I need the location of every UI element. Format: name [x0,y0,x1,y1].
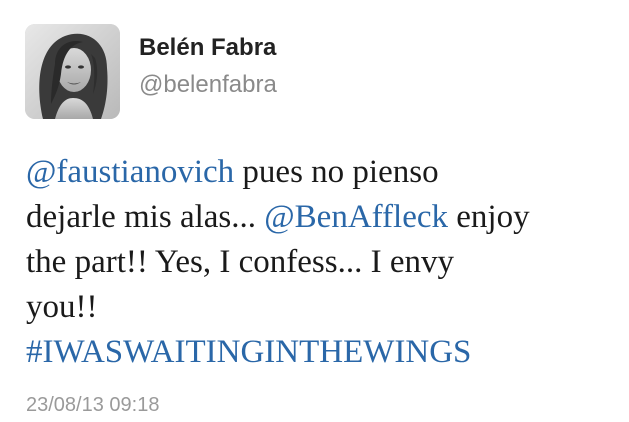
tweet-timestamp: 23/08/13 09:18 [26,394,160,416]
tweet-line-1: @faustianovich pues no pienso [26,150,621,195]
tweet-line-3: the part!! Yes, I confess... I envy [26,244,454,280]
mention-faustianovich[interactable]: @faustianovich [26,154,234,190]
tweet-text-segment: dejarle mis alas... [26,199,265,235]
tweet-line-4: you!! [26,289,98,325]
tweet-text-segment: pues no pienso [234,154,439,190]
user-display-name[interactable]: Belén Fabra [139,34,276,62]
tweet-text-segment: enjoy [448,199,530,235]
tweet-card: Belén Fabra @belenfabra @faustianovich p… [0,0,629,422]
mention-benaffleck[interactable]: @BenAffleck [264,199,448,235]
tweet-text: @faustianovich pues no pienso dejarle mi… [26,150,621,375]
hashtag-link[interactable]: #IWASWAITINGINTHEWINGS [26,330,621,375]
tweet-line-2: dejarle mis alas... @BenAffleck enjoy [26,195,621,240]
avatar[interactable] [25,24,120,119]
user-handle[interactable]: @belenfabra [139,71,277,99]
profile-photo [25,24,120,119]
